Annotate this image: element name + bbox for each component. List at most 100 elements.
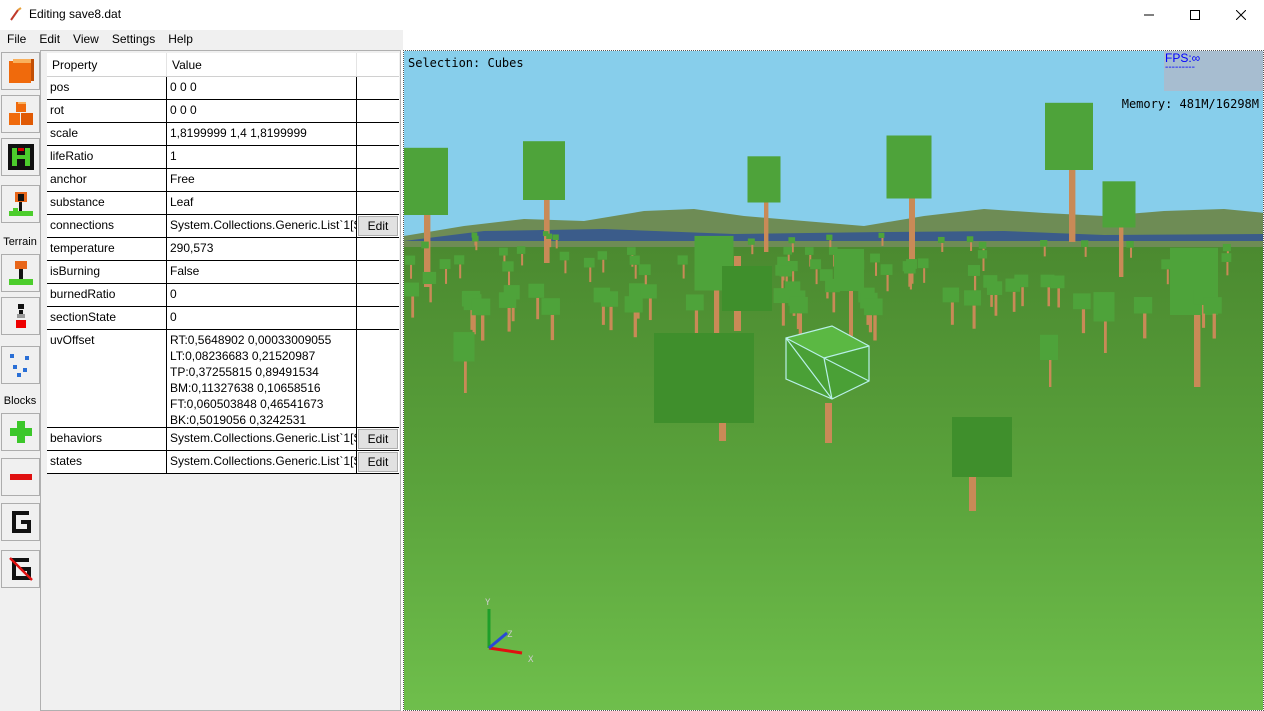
tree-trunk (648, 298, 652, 321)
property-value[interactable]: 1,8199999 1,4 1,8199999 (167, 123, 357, 145)
tree-leaf (886, 135, 932, 199)
tool-cube-button[interactable] (1, 52, 40, 90)
property-row-anchor[interactable]: anchor Free (47, 169, 399, 192)
property-row-pos[interactable]: pos 0 0 0 (47, 77, 399, 100)
property-row-connections[interactable]: connections System.Collections.Generic.Li… (47, 215, 399, 238)
tree-trunk (609, 306, 613, 331)
property-value[interactable]: 0 (167, 284, 357, 306)
property-row-uvOffset[interactable]: uvOffset RT:0,5648902 0,00033009055 LT:0,0… (47, 330, 399, 428)
scene-render[interactable]: Y X Z (404, 51, 1264, 711)
tree-leaf (472, 235, 479, 242)
maximize-button[interactable] (1172, 0, 1218, 30)
add-block-button[interactable] (1, 413, 40, 451)
edit-behaviors-button[interactable]: Edit (358, 429, 398, 449)
property-row-burnedRatio[interactable]: burnedRatio 0 (47, 284, 399, 307)
terrain-figure-button[interactable] (1, 297, 40, 335)
property-value[interactable]: 1 (167, 146, 357, 168)
tree-trunk (751, 244, 754, 255)
tree-trunk (1226, 261, 1229, 276)
property-column-header[interactable]: Property (47, 53, 167, 76)
edit-states-button[interactable]: Edit (358, 452, 398, 472)
group-button[interactable] (1, 503, 40, 541)
tree-leaf (498, 292, 517, 308)
tree-trunk (521, 253, 524, 266)
tree-trunk (815, 269, 818, 285)
tree-leaf (1081, 240, 1089, 247)
terrain-tree-button[interactable] (1, 254, 40, 292)
tree-trunk (781, 303, 785, 326)
property-value[interactable]: 0 0 0 (167, 77, 357, 99)
tree-leaf (1221, 253, 1232, 262)
close-icon (1236, 10, 1246, 20)
property-row-scale[interactable]: scale 1,8199999 1,4 1,8199999 (47, 123, 399, 146)
tree-trunk (602, 259, 605, 273)
property-value[interactable]: 290,573 (167, 238, 357, 260)
property-value[interactable]: Leaf (167, 192, 357, 214)
property-row-lifeRatio[interactable]: lifeRatio 1 (47, 146, 399, 169)
tree-leaf (966, 236, 974, 243)
tool-frame-button[interactable] (1, 138, 40, 176)
menu-edit[interactable]: Edit (32, 30, 66, 50)
tree-trunk (410, 264, 413, 279)
tree-leaf (559, 251, 570, 261)
tool-tree-button[interactable] (1, 185, 40, 223)
scene-viewport[interactable]: Y X Z Selection: Cubes FPS:∞ --------- M… (403, 50, 1264, 711)
tree-trunk (1047, 287, 1051, 307)
tree-leaf (747, 238, 755, 245)
ungroup-button[interactable] (1, 550, 40, 588)
value-column-header[interactable]: Value (167, 53, 357, 76)
terrain-label: Terrain (3, 236, 37, 248)
property-row-behaviors[interactable]: behaviors System.Collections.Generic.List… (47, 428, 399, 451)
property-value[interactable]: 0 (167, 307, 357, 329)
property-row-substance[interactable]: substance Leaf (47, 192, 399, 215)
tree-trunk (941, 242, 944, 252)
edit-connections-button[interactable]: Edit (358, 216, 398, 236)
tree-leaf (422, 271, 437, 285)
property-value[interactable]: System.Collections.Generic.List`1[Sy (167, 215, 357, 237)
property-value[interactable]: 0 0 0 (167, 100, 357, 122)
tree-leaf (864, 298, 883, 316)
tree-leaf (937, 236, 945, 243)
menu-file[interactable]: File (0, 30, 32, 50)
tree-trunk (1043, 246, 1046, 257)
menu-settings[interactable]: Settings (105, 30, 161, 50)
tree-trunk (480, 315, 485, 341)
tool-stack-button[interactable] (1, 95, 40, 133)
tree-trunk (909, 273, 912, 290)
grid-header: Property Value (47, 53, 399, 77)
property-name: burnedRatio (47, 284, 167, 306)
ground (404, 247, 1263, 710)
property-row-states[interactable]: states System.Collections.Generic.List`1[… (47, 451, 399, 474)
property-row-temperature[interactable]: temperature 290,573 (47, 238, 399, 261)
remove-block-button[interactable] (1, 458, 40, 496)
property-value[interactable]: System.Collections.Generic.List`1[Sy (167, 428, 357, 450)
fps-panel: FPS:∞ --------- (1164, 51, 1263, 91)
uv-offset-line: BM:0,11327638 0,10658516 (170, 381, 321, 395)
uv-offset-line: LT:0,08236683 0,21520987 (170, 349, 316, 363)
tree-leaf (624, 296, 643, 313)
property-row-sectionState[interactable]: sectionState 0 (47, 307, 399, 330)
property-row-isBurning[interactable]: isBurning False (47, 261, 399, 284)
property-value[interactable]: Free (167, 169, 357, 191)
minimize-button[interactable] (1126, 0, 1172, 30)
tree-leaf (1073, 293, 1091, 310)
menu-view[interactable]: View (66, 30, 105, 50)
terrain-scatter-button[interactable] (1, 346, 40, 384)
tree-leaf (453, 332, 475, 362)
tree-leaf (404, 147, 448, 215)
menu-help[interactable]: Help (161, 30, 199, 50)
orange-stack-icon (8, 102, 33, 125)
property-row-rot[interactable]: rot 0 0 0 (47, 100, 399, 123)
tree-trunk (875, 262, 878, 276)
tree-trunk (411, 296, 415, 318)
tree-trunk (873, 315, 877, 341)
tree-trunk (1084, 246, 1087, 257)
property-value[interactable]: RT:0,5648902 0,00033009055 LT:0,08236683 … (167, 330, 357, 427)
tree-leaf (541, 298, 560, 315)
close-button[interactable] (1218, 0, 1264, 30)
property-value[interactable]: System.Collections.Generic.List`1[Sy (167, 451, 357, 473)
property-value[interactable]: False (167, 261, 357, 283)
tree-leaf (654, 333, 754, 423)
tree-leaf (722, 266, 772, 311)
fps-graph: --------- (1165, 62, 1195, 73)
